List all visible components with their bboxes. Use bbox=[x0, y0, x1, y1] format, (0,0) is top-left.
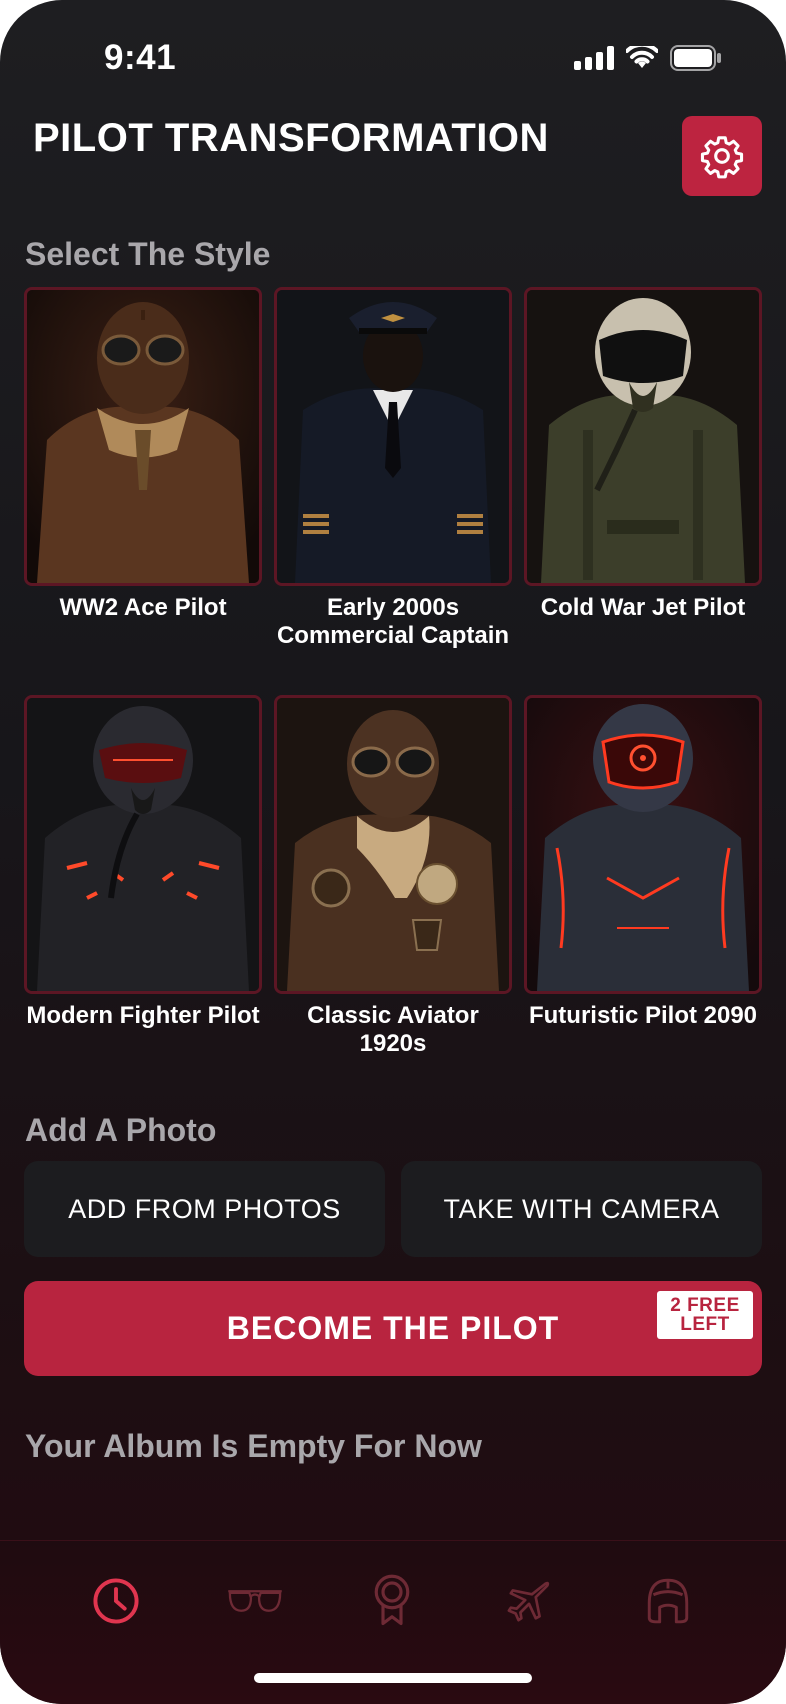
wifi-icon bbox=[626, 46, 658, 68]
style-label: Cold War Jet Pilot bbox=[540, 594, 746, 621]
style-image-cold-war-jet bbox=[524, 287, 762, 586]
tab-helmets[interactable] bbox=[638, 1571, 698, 1631]
airplane-icon bbox=[507, 1581, 550, 1622]
style-image-classic-aviator bbox=[274, 695, 512, 994]
style-card-cold-war-jet[interactable]: Cold War Jet Pilot bbox=[524, 287, 762, 622]
aviator-sunglasses-icon bbox=[228, 1590, 282, 1612]
style-card-classic-aviator[interactable]: Classic Aviator 1920s bbox=[274, 695, 512, 1058]
take-with-camera-button[interactable]: TAKE WITH CAMERA bbox=[401, 1161, 762, 1257]
style-image-futuristic bbox=[524, 695, 762, 994]
style-card-futuristic[interactable]: Futuristic Pilot 2090 bbox=[524, 695, 762, 1030]
gear-icon bbox=[700, 136, 744, 179]
style-label: WW2 Ace Pilot bbox=[59, 594, 227, 621]
add-photo-heading: Add A Photo bbox=[25, 1112, 217, 1148]
page-title: PILOT TRANSFORMATION bbox=[33, 116, 549, 160]
style-image-ww2-ace bbox=[24, 287, 262, 586]
tab-history[interactable] bbox=[86, 1571, 146, 1631]
album-empty-text: Your Album Is Empty For Now bbox=[25, 1428, 482, 1464]
style-card-ww2-ace[interactable]: WW2 Ace Pilot bbox=[24, 287, 262, 622]
select-style-heading: Select The Style bbox=[25, 236, 271, 272]
style-card-modern-fighter[interactable]: Modern Fighter Pilot bbox=[24, 695, 262, 1030]
become-pilot-label: BECOME THE PILOT bbox=[226, 1310, 560, 1346]
add-from-photos-button[interactable]: ADD FROM PHOTOS bbox=[24, 1161, 385, 1257]
status-time: 9:41 bbox=[104, 38, 177, 77]
style-image-commercial-captain bbox=[274, 287, 512, 586]
tab-flights[interactable] bbox=[500, 1571, 560, 1631]
app-screen: 9:41 PILOT TRANSFORMATION Select The Sty… bbox=[0, 0, 786, 1704]
style-label: Futuristic Pilot 2090 bbox=[528, 1002, 758, 1029]
settings-button[interactable] bbox=[682, 116, 762, 196]
status-icons bbox=[574, 44, 722, 72]
battery-icon bbox=[670, 45, 721, 71]
award-medal-icon bbox=[374, 1574, 410, 1626]
tab-awards[interactable] bbox=[362, 1571, 422, 1631]
clock-icon bbox=[93, 1578, 139, 1624]
tab-sunglasses[interactable] bbox=[225, 1571, 285, 1631]
style-card-commercial-captain[interactable]: Early 2000s Commercial Captain bbox=[274, 287, 512, 650]
style-label: Classic Aviator 1920s bbox=[307, 1002, 479, 1057]
pilot-helmet-icon bbox=[647, 1578, 689, 1624]
free-uses-badge: 2 FREE LEFT bbox=[657, 1291, 753, 1339]
cellular-signal-icon bbox=[574, 46, 614, 70]
become-pilot-button[interactable]: BECOME THE PILOT 2 FREE LEFT bbox=[24, 1281, 762, 1376]
style-label: Modern Fighter Pilot bbox=[26, 1002, 260, 1029]
style-label: Early 2000s Commercial Captain bbox=[276, 594, 510, 649]
home-indicator[interactable] bbox=[254, 1673, 532, 1683]
style-image-modern-fighter bbox=[24, 695, 262, 994]
